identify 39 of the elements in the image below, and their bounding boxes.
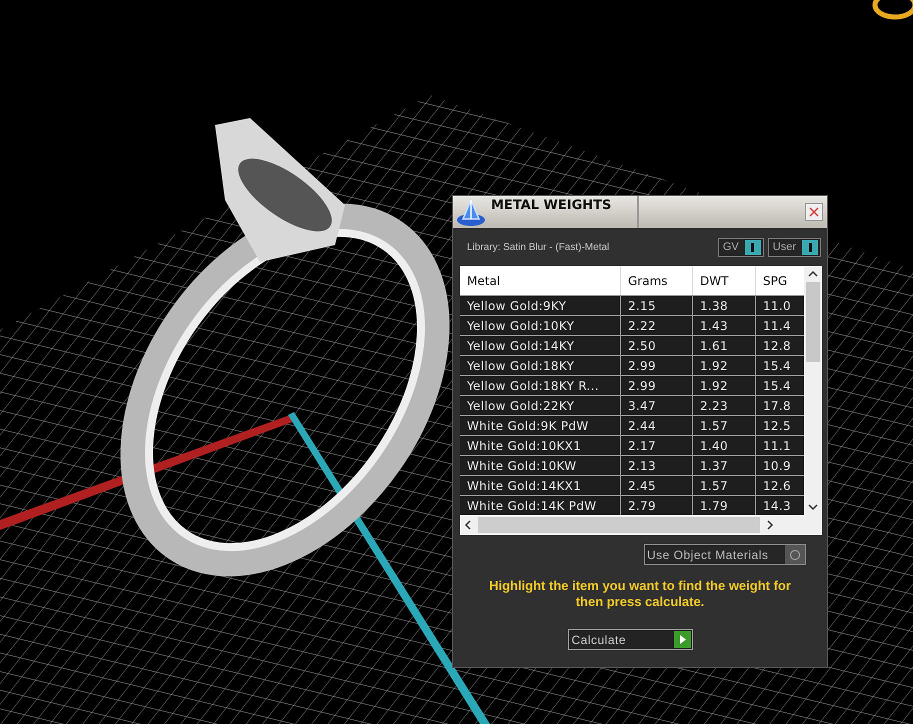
- table-cell-text: 15.4: [762, 378, 792, 394]
- scroll-right-icon: [766, 520, 774, 530]
- table-row[interactable]: Yellow Gold:10KY 2.22 1.43 11.4: [460, 315, 804, 335]
- table-cell-text: 17.8: [762, 398, 792, 414]
- table-cell-text: 11.0: [762, 298, 792, 314]
- toggle-button[interactable]: GV: [718, 238, 764, 256]
- table-cell-text: 12.6: [762, 478, 792, 494]
- close-button[interactable]: [805, 203, 823, 221]
- vertical-scrollbar[interactable]: [804, 266, 822, 515]
- table-cell-text: 10.9: [762, 458, 792, 474]
- table-cell-text: 11.4: [762, 318, 792, 334]
- table-row[interactable]: White Gold:10KX1 2.17 1.40 11.1: [460, 435, 804, 455]
- table-cell-text: 12.8: [762, 338, 792, 354]
- horizontal-scrollbar[interactable]: [460, 515, 822, 535]
- window-title: METAL WEIGHTS: [491, 197, 612, 213]
- table-cell-text: 11.1: [762, 438, 792, 454]
- table-row[interactable]: White Gold:14KX1 2.45 1.57 12.6: [460, 475, 804, 495]
- calculate-button[interactable]: Calculate: [568, 629, 692, 650]
- table-row[interactable]: White Gold:14K PdW 2.79 1.79 14.3: [460, 495, 804, 515]
- scroll-up-icon: [808, 270, 818, 278]
- library-label: Library: Satin Blur - (Fast)-Metal: [466, 242, 610, 252]
- use-object-materials-toggle[interactable]: Use Object Materials: [644, 544, 806, 565]
- instruction-text: Highlight the item you want to find the weight for then press calculate.: [488, 578, 792, 610]
- close-icon: [809, 207, 819, 217]
- table-row[interactable]: Yellow Gold:22KY 3.47 2.23 17.8: [460, 395, 804, 415]
- play-icon: [674, 631, 690, 648]
- table-row[interactable]: White Gold:10KW 2.13 1.37 10.9: [460, 455, 804, 475]
- toggle-button[interactable]: User: [768, 238, 821, 256]
- scroll-left-icon: [464, 520, 472, 530]
- table-row[interactable]: Yellow Gold:18KY 2.99 1.92 15.4: [460, 355, 804, 375]
- column-header[interactable]: SPG: [756, 266, 804, 295]
- table-row[interactable]: Yellow Gold:18KY R... 2.99 1.92 15.4: [460, 375, 804, 395]
- scroll-down-icon: [808, 503, 818, 511]
- table-row[interactable]: White Gold:9K PdW 2.44 1.57 12.5: [460, 415, 804, 435]
- table-cell-text: 15.4: [762, 358, 792, 374]
- table-row[interactable]: Yellow Gold:9KY 2.15 1.38 11.0: [460, 295, 804, 315]
- table-cell-text: 14.3: [762, 498, 792, 514]
- table-cell-text: 12.5: [762, 418, 792, 434]
- table-row[interactable]: Yellow Gold:14KY 2.50 1.61 12.8: [460, 335, 804, 355]
